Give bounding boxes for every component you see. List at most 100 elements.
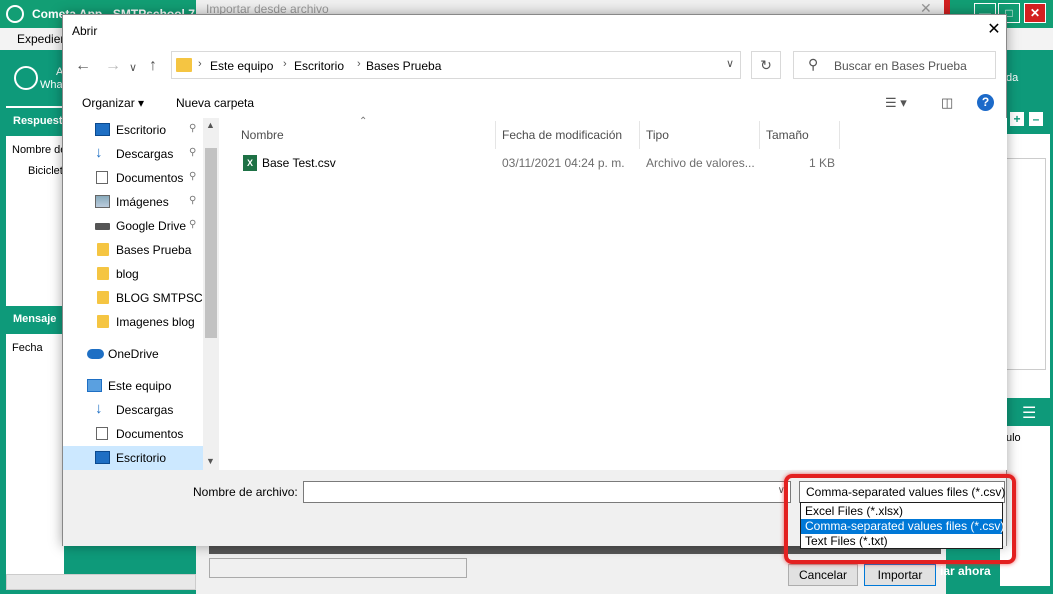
computer-icon — [87, 379, 102, 392]
column-divider[interactable] — [839, 121, 840, 149]
chevron-right-icon: › — [198, 58, 202, 70]
help-icon[interactable]: ? — [977, 94, 994, 111]
download-icon: ↓ — [95, 144, 103, 161]
nav-item-label: Documentos — [116, 427, 184, 441]
dialog-title: Abrir — [72, 24, 98, 38]
nav-item-descargas-2[interactable]: ↓ Descargas — [63, 398, 203, 422]
filename-input[interactable]: ∨ — [303, 481, 791, 503]
nav-item-documentos[interactable]: Documentos ⚲ — [63, 166, 203, 190]
pin-icon: ⚲ — [189, 171, 197, 182]
pin-icon: ⚲ — [189, 219, 197, 230]
preview-pane-icon[interactable]: ◫ — [941, 95, 953, 111]
right-text-1: da — [1006, 72, 1019, 84]
whatsapp-icon — [6, 5, 24, 23]
forward-icon[interactable]: → — [105, 57, 121, 75]
back-icon[interactable]: ← — [75, 57, 91, 75]
scroll-thumb[interactable] — [205, 148, 217, 338]
folder-icon — [97, 291, 109, 304]
status-field — [209, 558, 467, 578]
menu-expediente[interactable]: Expedien — [17, 32, 67, 46]
nav-item-escritorio-2[interactable]: Escritorio — [63, 446, 203, 470]
column-header-name[interactable]: Nombre — [241, 128, 284, 142]
view-options-icon[interactable]: ☰ ▾ — [885, 95, 907, 111]
pin-icon: ⚲ — [189, 123, 197, 134]
navigation-pane: Escritorio ⚲ ↓ Descargas ⚲ Documentos ⚲ … — [63, 118, 219, 470]
column-divider[interactable] — [495, 121, 496, 149]
folder-icon — [97, 315, 109, 328]
nav-item-blog[interactable]: blog — [63, 262, 203, 286]
file-row[interactable]: X Base Test.csv 03/11/2021 04:24 p. m. A… — [239, 152, 839, 174]
field-label-fecha: Fecha — [12, 342, 43, 354]
download-icon: ↓ — [95, 400, 103, 417]
file-modified: 03/11/2021 04:24 p. m. — [502, 156, 625, 170]
nav-item-blog-smtpsch[interactable]: BLOG SMTPSCH — [63, 286, 211, 310]
breadcrumb-escritorio[interactable]: Escritorio — [294, 59, 344, 73]
nav-item-documentos-2[interactable]: Documentos — [63, 422, 203, 446]
pin-icon: ⚲ — [189, 147, 197, 158]
address-bar[interactable]: › Este equipo › Escritorio › Bases Prueb… — [171, 51, 741, 79]
nav-item-escritorio[interactable]: Escritorio ⚲ — [63, 118, 203, 142]
nav-item-label: Google Drive — [116, 219, 187, 233]
pin-icon: ⚲ — [189, 195, 197, 206]
open-dialog: Abrir ✕ ← → ∨ ↑ › Este equipo › Escritor… — [62, 14, 1007, 546]
nav-scrollbar[interactable]: ▲ ▼ — [203, 118, 219, 470]
excel-file-icon: X — [243, 155, 257, 171]
cloud-icon — [87, 349, 104, 359]
nav-item-label: Documentos — [116, 171, 184, 185]
column-header-size[interactable]: Tamaño — [766, 128, 809, 142]
nav-item-imagenes-blog[interactable]: Imagenes blog — [63, 310, 203, 334]
add-icon[interactable]: + — [1010, 112, 1024, 126]
nav-item-label: BLOG SMTPSCH — [116, 291, 212, 305]
organize-button[interactable]: Organizar ▾ — [82, 96, 144, 110]
nav-item-label: Este equipo — [108, 379, 172, 393]
scroll-down-icon[interactable]: ▼ — [206, 456, 215, 466]
field-label-nombre: Nombre de — [12, 144, 67, 156]
nav-item-label: OneDrive — [108, 347, 159, 361]
nav-item-label: Bases Prueba — [116, 243, 192, 257]
file-size: 1 KB — [809, 156, 836, 170]
folder-icon — [97, 243, 109, 256]
column-divider[interactable] — [759, 121, 760, 149]
breadcrumb-bases-prueba[interactable]: Bases Prueba — [366, 59, 441, 73]
folder-icon — [97, 267, 109, 280]
list-item[interactable]: Biciclet — [28, 165, 63, 177]
menu-icon[interactable]: ☰ — [1022, 403, 1036, 423]
scroll-up-icon[interactable]: ▲ — [206, 120, 215, 130]
nav-item-google-drive[interactable]: Google Drive ⚲ — [63, 214, 203, 238]
nav-item-label: Descargas — [116, 147, 174, 161]
nav-item-label: blog — [116, 267, 139, 281]
close-app-button[interactable]: ✕ — [1024, 3, 1046, 23]
nav-item-bases-prueba[interactable]: Bases Prueba — [63, 238, 203, 262]
cancel-button[interactable]: Cancelar — [788, 564, 858, 586]
column-header-type[interactable]: Tipo — [646, 128, 669, 142]
whatsapp-icon — [14, 66, 38, 90]
panel-header-mensaje: Mensaje — [6, 306, 64, 334]
dialog-close-icon[interactable]: ✕ — [983, 19, 1005, 39]
column-divider[interactable] — [639, 121, 640, 149]
chevron-down-icon[interactable]: ∨ — [726, 57, 734, 70]
refresh-button[interactable]: ↻ — [751, 51, 781, 79]
new-folder-button[interactable]: Nueva carpeta — [176, 96, 254, 110]
recent-dropdown-icon[interactable]: ∨ — [129, 61, 137, 74]
chevron-right-icon: › — [283, 58, 287, 70]
file-name: Base Test.csv — [262, 156, 336, 170]
document-icon — [96, 427, 108, 440]
nav-item-descargas[interactable]: ↓ Descargas ⚲ — [63, 142, 203, 166]
up-icon[interactable]: ↑ — [149, 57, 157, 75]
nav-item-onedrive[interactable]: OneDrive — [63, 342, 203, 366]
column-header-modified[interactable]: Fecha de modificación — [502, 128, 622, 142]
app-banner: Al What — [6, 54, 66, 102]
horizontal-scrollbar[interactable] — [6, 574, 196, 590]
search-icon: ⚲ — [808, 56, 819, 72]
search-input[interactable]: ⚲ Buscar en Bases Prueba — [793, 51, 996, 79]
right-text-3: ulo — [1006, 432, 1021, 444]
folder-icon — [176, 58, 192, 72]
organize-label: Organizar — [82, 96, 135, 110]
right-list-box[interactable] — [1006, 158, 1046, 370]
nav-item-imagenes[interactable]: Imágenes ⚲ — [63, 190, 203, 214]
nav-item-label: Descargas — [116, 403, 174, 417]
nav-item-este-equipo[interactable]: Este equipo — [63, 374, 203, 398]
breadcrumb-este-equipo[interactable]: Este equipo — [210, 59, 273, 73]
import-button[interactable]: Importar — [864, 564, 936, 586]
remove-icon[interactable]: – — [1029, 112, 1043, 126]
